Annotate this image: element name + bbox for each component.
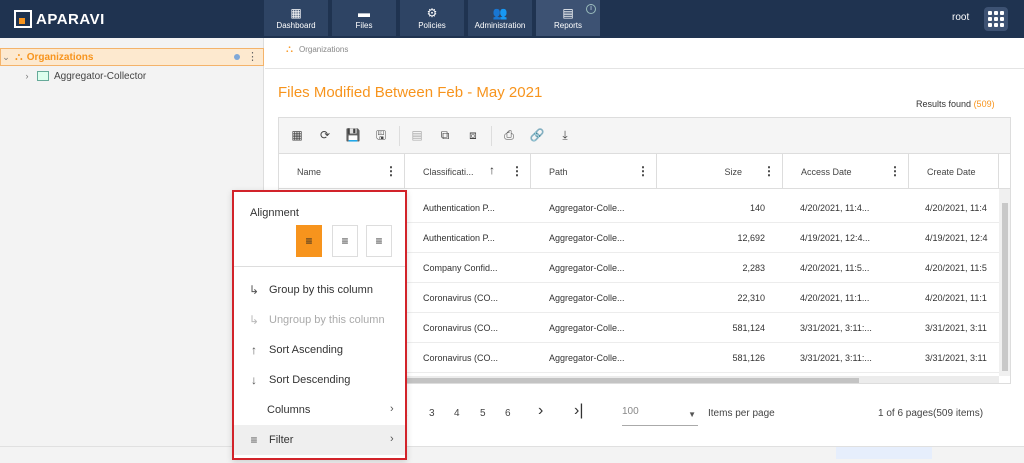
- column-menu-icon[interactable]: ⋮: [511, 164, 523, 178]
- chevron-right-icon: ›: [390, 433, 394, 445]
- arrow-up-icon: ↑: [251, 343, 257, 357]
- collapse-icon[interactable]: ⧈: [465, 127, 481, 143]
- folder-icon: ▬: [358, 6, 370, 20]
- vertical-scrollbar[interactable]: [999, 189, 1010, 376]
- column-menu-popup: Alignment ≡ ≡ ≡ ↳ Group by this column ↳…: [232, 190, 407, 460]
- nav-dashboard[interactable]: ▦ Dashboard: [264, 0, 328, 36]
- last-page-icon[interactable]: ›|: [574, 402, 583, 420]
- filter-icon: ≡: [250, 433, 258, 447]
- grid-toolbar: ▦ ⟳ 💾 🖫 ▤ ⧉ ⧈ ⎙ 🔗 ⤓: [279, 118, 1010, 154]
- brand-name: APARAVI: [36, 10, 105, 28]
- menu-item-sort-ascending[interactable]: ↑ Sort Ascending: [234, 335, 405, 365]
- page-info: 1 of 6 pages(509 items): [878, 408, 984, 419]
- header-path[interactable]: Path ⋮: [531, 154, 657, 189]
- menu-item-filter[interactable]: ≡ Filter ›: [234, 425, 405, 455]
- nav-policies[interactable]: ⚙ Policies: [400, 0, 464, 36]
- align-left-button[interactable]: ≡: [296, 225, 322, 257]
- info-icon[interactable]: i: [586, 4, 596, 14]
- main-nav: ▦ Dashboard ▬ Files ⚙ Policies 👥 Adminis…: [264, 0, 604, 36]
- page-3[interactable]: 3: [429, 408, 435, 419]
- table-icon[interactable]: ▦: [289, 127, 305, 143]
- page-6[interactable]: 6: [505, 408, 511, 419]
- chevron-right-icon[interactable]: ›: [22, 71, 32, 81]
- column-menu-icon[interactable]: ⋮: [889, 164, 901, 178]
- save-as-icon[interactable]: 🖫: [373, 127, 389, 143]
- group-icon: ↳: [248, 283, 260, 297]
- layout-icon[interactable]: ▤: [409, 127, 425, 143]
- page-5[interactable]: 5: [480, 408, 486, 419]
- dashboard-icon: ▦: [290, 6, 302, 20]
- toolbar-divider: [491, 126, 492, 146]
- menu-item-columns[interactable]: Columns ›: [234, 395, 405, 425]
- save-icon[interactable]: 💾: [345, 127, 361, 143]
- divider: [265, 68, 1024, 69]
- header-size[interactable]: Size ⋮: [657, 154, 783, 189]
- breadcrumb: ⛬ Organizations: [280, 44, 348, 55]
- page-title: Files Modified Between Feb - May 2021: [278, 84, 543, 101]
- kebab-menu-icon[interactable]: ⋮: [247, 50, 258, 63]
- header-access-date[interactable]: Access Date ⋮: [783, 154, 909, 189]
- menu-item-sort-descending[interactable]: ↓ Sort Descending: [234, 365, 405, 395]
- faded-button: [836, 447, 932, 459]
- grid-headers: Name ⋮ Classificati... ↑ ⋮ Path ⋮ Size ⋮…: [279, 154, 1010, 189]
- header-classification[interactable]: Classificati... ↑ ⋮: [405, 154, 531, 189]
- sort-ascending-icon: ↑: [489, 163, 495, 177]
- caret-down-icon: ▼: [688, 410, 696, 419]
- tree-item-aggregator-collector[interactable]: › Aggregator-Collector: [0, 67, 264, 85]
- arrow-down-icon: ↓: [251, 373, 257, 387]
- toolbar-divider: [399, 126, 400, 146]
- user-name[interactable]: root: [952, 12, 969, 23]
- items-per-page-select[interactable]: 100 ▼: [622, 406, 698, 426]
- refresh-icon[interactable]: ⟳: [317, 127, 333, 143]
- column-menu-icon[interactable]: ⋮: [385, 164, 397, 178]
- ungroup-icon: ↳: [248, 313, 260, 327]
- print-icon[interactable]: ⎙: [501, 127, 517, 143]
- bottom-band: [0, 446, 1024, 463]
- tree-item-label: Aggregator-Collector: [54, 70, 147, 82]
- collector-icon: [37, 71, 49, 81]
- clipboard-icon: ▤: [562, 6, 574, 20]
- tree-item-label: Organizations: [26, 51, 94, 63]
- horizontal-scrollbar[interactable]: ▸: [405, 376, 999, 383]
- expand-icon[interactable]: ⧉: [437, 127, 453, 143]
- results-found: Results found (509): [916, 99, 995, 109]
- align-center-button[interactable]: ≡: [332, 225, 358, 257]
- items-per-page-label: Items per page: [708, 408, 775, 419]
- menu-item-group[interactable]: ↳ Group by this column: [234, 275, 405, 305]
- nav-administration[interactable]: 👥 Administration: [468, 0, 532, 36]
- organization-icon: ⛬: [15, 50, 23, 63]
- header-name[interactable]: Name ⋮: [279, 154, 405, 189]
- menu-divider: [234, 266, 405, 267]
- top-bar: APARAVI ▦ Dashboard ▬ Files ⚙ Policies 👥…: [0, 0, 1024, 38]
- alignment-title: Alignment: [250, 207, 299, 219]
- page-4[interactable]: 4: [454, 408, 460, 419]
- organization-icon: ⛬: [286, 44, 293, 55]
- breadcrumb-item[interactable]: Organizations: [299, 45, 348, 54]
- pager: 2 3 4 5 6 › ›| 100 ▼ Items per page 1 of…: [0, 398, 1024, 428]
- users-icon: 👥: [492, 6, 508, 20]
- chevron-right-icon: ›: [390, 403, 394, 415]
- status-dot-icon: [234, 54, 240, 60]
- download-icon[interactable]: ⤓: [557, 127, 573, 143]
- logo-mark-icon: [14, 10, 32, 28]
- gear-icon: ⚙: [426, 6, 438, 20]
- header-create-date[interactable]: Create Date: [909, 154, 999, 189]
- aparavi-logo[interactable]: APARAVI: [14, 10, 105, 28]
- column-menu-icon[interactable]: ⋮: [637, 164, 649, 178]
- column-menu-icon[interactable]: ⋮: [763, 164, 775, 178]
- apps-grid-icon[interactable]: [984, 7, 1008, 31]
- align-right-button[interactable]: ≡: [366, 225, 392, 257]
- next-page-icon[interactable]: ›: [538, 402, 543, 420]
- chevron-down-icon[interactable]: ⌄: [1, 52, 11, 63]
- menu-item-ungroup[interactable]: ↳ Ungroup by this column: [234, 305, 405, 335]
- link-icon[interactable]: 🔗: [529, 127, 545, 143]
- nav-files[interactable]: ▬ Files: [332, 0, 396, 36]
- tree-item-organizations[interactable]: ⌄ ⛬ Organizations ⋮: [0, 48, 264, 66]
